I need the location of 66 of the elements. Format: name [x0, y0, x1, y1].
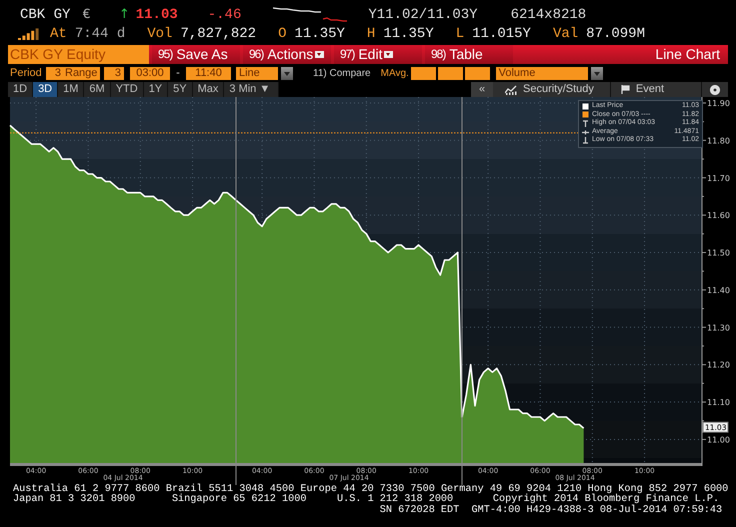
- stat-value: 11.35Y: [383, 24, 434, 44]
- contact-text: Japan 81 3 3201 8900: [13, 495, 136, 506]
- direction-arrow: ↑: [118, 6, 130, 24]
- ticker: CBK GY: [20, 6, 70, 24]
- toolbar-button[interactable]: 95) Save As: [152, 45, 240, 64]
- cross-icon: [582, 128, 589, 136]
- time-separator: -: [175, 66, 181, 82]
- lower-chart-field[interactable]: Volume: [496, 67, 588, 80]
- toolbar-button[interactable]: 96) Actions: [243, 45, 331, 64]
- mavg-label: MAvg.: [380, 67, 409, 81]
- contact-text: U.S. 1 212 318 2000: [337, 495, 454, 506]
- inverted-t-icon: [582, 137, 589, 144]
- collapse-button[interactable]: «: [471, 82, 493, 97]
- chart-style-field[interactable]: Line: [236, 67, 278, 80]
- mavg-field[interactable]: [464, 67, 490, 80]
- contact-line: Australia 61 2 9777 8600 Brazil 5511 3048 4500 Europe 44 20 7330 7500 Germany 49 69 9204 1210 Hong Kong 852 2977 6000: [13, 485, 730, 495]
- flag-icon: [620, 85, 630, 94]
- stat-label: L: [456, 24, 464, 44]
- start-time-field[interactable]: 03:00: [130, 67, 170, 80]
- compare-link[interactable]: 11) Compare: [313, 66, 371, 81]
- dropdown-button[interactable]: [590, 67, 603, 80]
- mavg-field[interactable]: [410, 67, 436, 80]
- range-field[interactable]: 3: [104, 67, 124, 80]
- stat-value: 11.015Y: [472, 24, 531, 44]
- stat-label: At: [50, 24, 67, 44]
- range-tab[interactable]: 3D: [33, 82, 58, 97]
- stat-label: Vol: [147, 24, 172, 44]
- axis-label: 11.80: [707, 136, 730, 146]
- bid-ask-size: 6214x8218: [510, 6, 586, 24]
- contact-text: Singapore 65 6212 1000: [172, 495, 306, 506]
- t-bar-icon: [582, 120, 589, 127]
- currency-symbol: €: [82, 6, 91, 24]
- period-label: Period: [10, 66, 43, 82]
- dropdown-button[interactable]: [281, 67, 293, 80]
- axis-label: 11.00: [707, 435, 730, 444]
- axis-label: 11.60: [707, 211, 730, 220]
- settings-icon: [710, 84, 720, 94]
- period-field[interactable]: 3: [46, 67, 64, 80]
- session-info: SN 672028 EDT GMT-4:00 H429-4388-3 08-Jul-2014 07:59:43: [378, 506, 724, 516]
- axis-label: 11.40: [707, 286, 730, 295]
- end-time-field[interactable]: 11:40: [186, 67, 231, 80]
- security-study-button[interactable]: Security/Study: [501, 82, 598, 97]
- stat-value: 7:44 d: [74, 24, 126, 44]
- axis-label: 11.10: [707, 398, 730, 408]
- stat-label: Val: [552, 24, 578, 44]
- stat-value: 11.35Y: [294, 24, 345, 44]
- axis-label: 11.90: [707, 98, 730, 108]
- bid-ask-quote: Y11.02/11.03Y: [368, 6, 478, 24]
- price-change: -.46: [208, 6, 242, 24]
- axis-label: 11.50: [707, 248, 730, 258]
- axis-label: 11.70: [707, 174, 730, 183]
- copyright-text: Copyright 2014 Bloomberg Finance L.P.: [492, 494, 720, 506]
- stat-value: 7,827,822: [180, 24, 256, 44]
- stat-label: O: [278, 24, 286, 44]
- line-chart-icon: [505, 84, 517, 94]
- axis-label: 11.20: [707, 360, 730, 370]
- axis-label: 11.30: [707, 323, 730, 332]
- view-title: Line Chart: [655, 45, 721, 64]
- toolbar-button[interactable]: 97) Edit: [334, 45, 422, 64]
- range-label: Range: [64, 67, 100, 80]
- last-price: 11.03: [136, 6, 178, 24]
- signal-icon: [18, 28, 40, 40]
- toolbar-button[interactable]: 98) Table: [425, 45, 513, 64]
- stat-value: 87.099M: [586, 24, 645, 44]
- mavg-field[interactable]: [438, 67, 463, 80]
- stat-label: H: [366, 24, 376, 44]
